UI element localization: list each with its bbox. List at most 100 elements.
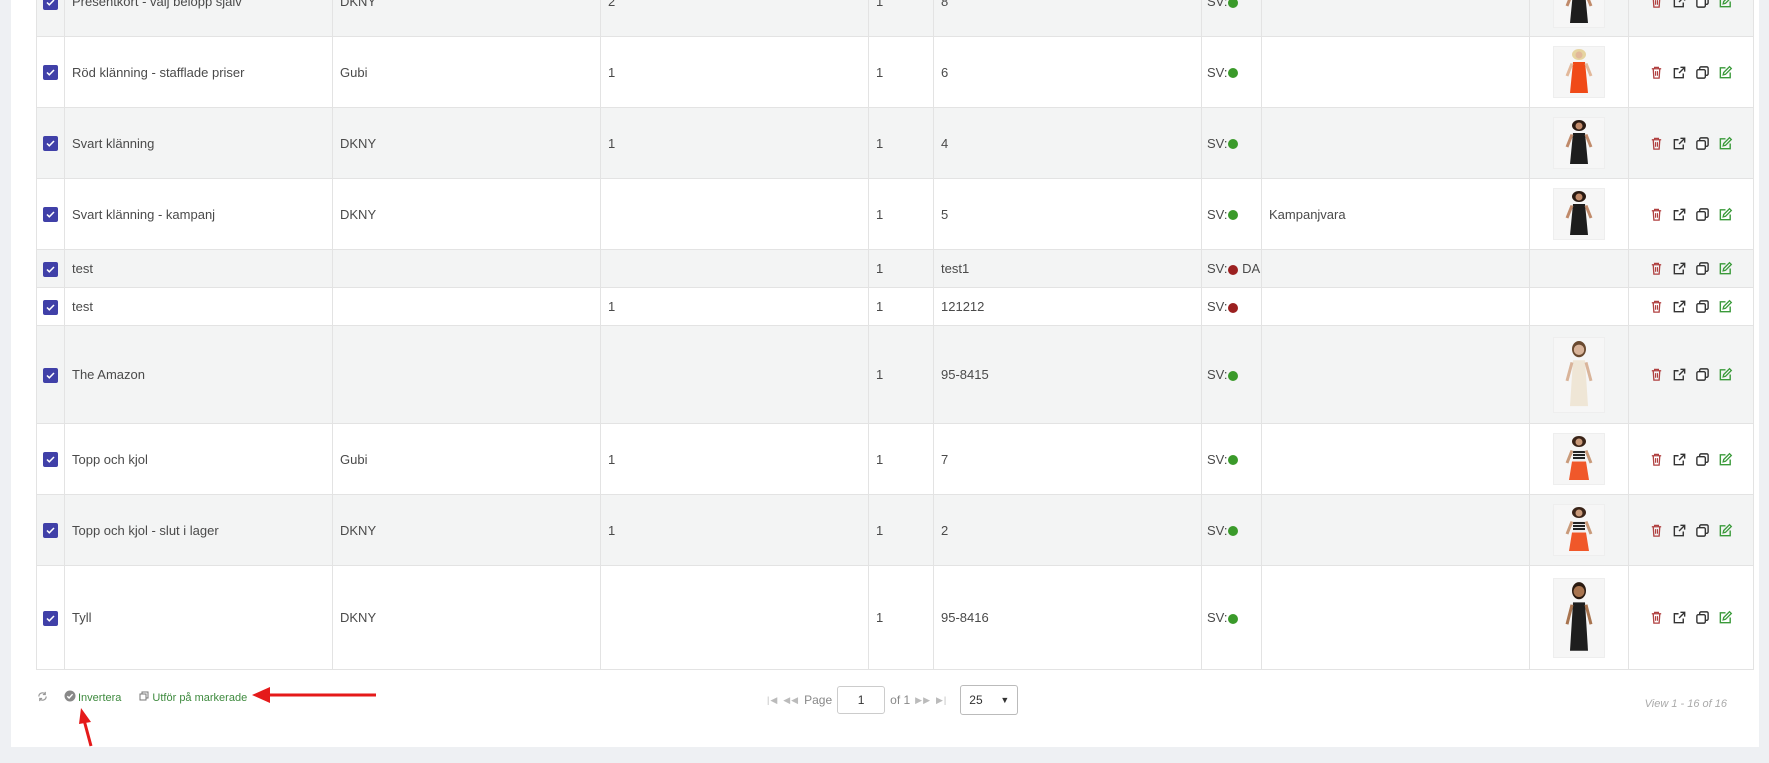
product-name[interactable]: test [64, 249, 333, 288]
languages-cell: SV: [1201, 178, 1262, 250]
languages-cell: SV: [1201, 107, 1262, 179]
edit-icon[interactable] [1718, 610, 1733, 625]
table-row[interactable]: test 1 1 121212 SV: [36, 287, 1754, 326]
row-checkbox[interactable] [43, 610, 58, 626]
delete-icon[interactable] [1649, 136, 1664, 151]
table-row[interactable]: Svart klänning DKNY 1 1 4 SV: [36, 107, 1754, 179]
edit-icon[interactable] [1718, 65, 1733, 80]
brand-cell: Gubi [332, 36, 601, 108]
external-link-icon[interactable] [1672, 299, 1687, 314]
row-checkbox[interactable] [43, 261, 58, 277]
external-link-icon[interactable] [1672, 367, 1687, 382]
actions-cell [1628, 249, 1754, 288]
language-status-dot [1228, 264, 1239, 275]
edit-icon[interactable] [1718, 523, 1733, 538]
table-row[interactable]: Röd klänning - stafflade priser Gubi 1 1 6 SV… [36, 36, 1754, 108]
tag-cell [1261, 107, 1530, 179]
edit-icon[interactable] [1718, 367, 1733, 382]
edit-icon[interactable] [1718, 136, 1733, 151]
language-status-dot [1228, 455, 1239, 466]
external-link-icon[interactable] [1672, 136, 1687, 151]
delete-icon[interactable] [1649, 610, 1664, 625]
table-row[interactable]: Svart klänning - kampanj DKNY 1 5 SV: Kampanj… [36, 178, 1754, 250]
delete-icon[interactable] [1649, 65, 1664, 80]
duplicate-icon[interactable] [1695, 136, 1710, 151]
last-page-icon[interactable]: ▶| [936, 695, 947, 706]
duplicate-icon[interactable] [1695, 65, 1710, 80]
sku-cell: 5 [933, 178, 1202, 250]
product-name[interactable]: Svart klänning - kampanj [64, 178, 333, 250]
invert-selection-link[interactable]: Invertera [78, 692, 121, 704]
image-cell [1529, 178, 1629, 250]
edit-icon[interactable] [1718, 0, 1733, 9]
next-page-icon[interactable]: ▶▶ [915, 695, 931, 706]
duplicate-icon[interactable] [1695, 523, 1710, 538]
external-link-icon[interactable] [1672, 207, 1687, 222]
product-name[interactable]: test [64, 287, 333, 326]
delete-icon[interactable] [1649, 261, 1664, 276]
page-number-input[interactable]: 1 [837, 686, 886, 714]
duplicate-icon[interactable] [1695, 610, 1710, 625]
row-select-cell [36, 36, 65, 108]
duplicate-icon[interactable] [1695, 452, 1710, 467]
language-code: SV: [1207, 0, 1228, 9]
edit-icon[interactable] [1718, 299, 1733, 314]
apply-on-selected-link[interactable]: Utför på markerade [152, 692, 247, 704]
table-row[interactable]: test1test1SV: DA: [36, 249, 1754, 288]
product-name[interactable]: Röd klänning - stafflade priser [64, 36, 333, 108]
table-row[interactable]: Tyll DKNY 1 95-8416 SV: [36, 565, 1754, 670]
product-name[interactable]: Presentkort - välj belopp själv [64, 0, 333, 37]
duplicate-icon[interactable] [1695, 0, 1710, 9]
delete-icon[interactable] [1649, 367, 1664, 382]
table-row[interactable]: Topp och kjol Gubi 1 1 7 SV: [36, 423, 1754, 495]
row-checkbox[interactable] [43, 452, 58, 468]
row-checkbox[interactable] [43, 523, 58, 539]
duplicate-icon[interactable] [1695, 261, 1710, 276]
row-checkbox[interactable] [43, 65, 58, 81]
actions-cell [1628, 107, 1754, 179]
product-name[interactable]: Svart klänning [64, 107, 333, 179]
quantity-cell: 1 [600, 107, 869, 179]
row-select-cell [36, 178, 65, 250]
language-code: SV: [1207, 522, 1228, 538]
row-checkbox[interactable] [43, 136, 58, 152]
duplicate-icon[interactable] [1695, 367, 1710, 382]
row-checkbox[interactable] [43, 299, 58, 315]
delete-icon[interactable] [1649, 523, 1664, 538]
product-name[interactable]: The Amazon [64, 325, 333, 424]
language-code: SV: [1207, 367, 1228, 382]
external-link-icon[interactable] [1672, 65, 1687, 80]
external-link-icon[interactable] [1672, 610, 1687, 625]
external-link-icon[interactable] [1672, 452, 1687, 467]
delete-icon[interactable] [1649, 207, 1664, 222]
row-checkbox[interactable] [43, 367, 58, 383]
edit-icon[interactable] [1718, 452, 1733, 467]
first-page-icon[interactable]: |◀ [767, 695, 778, 706]
refresh-icon[interactable] [37, 691, 48, 705]
edit-icon[interactable] [1718, 207, 1733, 222]
brand-cell: Gubi [332, 423, 601, 495]
caret-down-icon: ▼ [1000, 695, 1010, 705]
table-row[interactable]: Presentkort - välj belopp själv DKNY 2 1 8 SV… [36, 0, 1754, 37]
product-name[interactable]: Tyll [64, 565, 333, 670]
table-row[interactable]: The Amazon 1 95-8415 SV: [36, 325, 1754, 424]
product-name[interactable]: Topp och kjol [64, 423, 333, 495]
product-name[interactable]: Topp och kjol - slut i lager [64, 494, 333, 566]
prev-page-icon[interactable]: ◀◀ [783, 695, 799, 706]
delete-icon[interactable] [1649, 0, 1664, 9]
external-link-icon[interactable] [1672, 0, 1687, 9]
delete-icon[interactable] [1649, 452, 1664, 467]
edit-icon[interactable] [1718, 261, 1733, 276]
delete-icon[interactable] [1649, 299, 1664, 314]
row-checkbox[interactable] [43, 207, 58, 223]
duplicate-icon[interactable] [1695, 207, 1710, 222]
external-link-icon[interactable] [1672, 261, 1687, 276]
row-select-cell [36, 423, 65, 495]
duplicate-icon[interactable] [1695, 299, 1710, 314]
external-link-icon[interactable] [1672, 523, 1687, 538]
page-size-select[interactable]: 25 ▼ [960, 685, 1019, 715]
table-row[interactable]: Topp och kjol - slut i lager DKNY 1 1 2 SV: [36, 494, 1754, 566]
row-checkbox[interactable] [43, 0, 58, 10]
languages-cell: SV: [1201, 36, 1262, 108]
actions-cell [1628, 36, 1754, 108]
